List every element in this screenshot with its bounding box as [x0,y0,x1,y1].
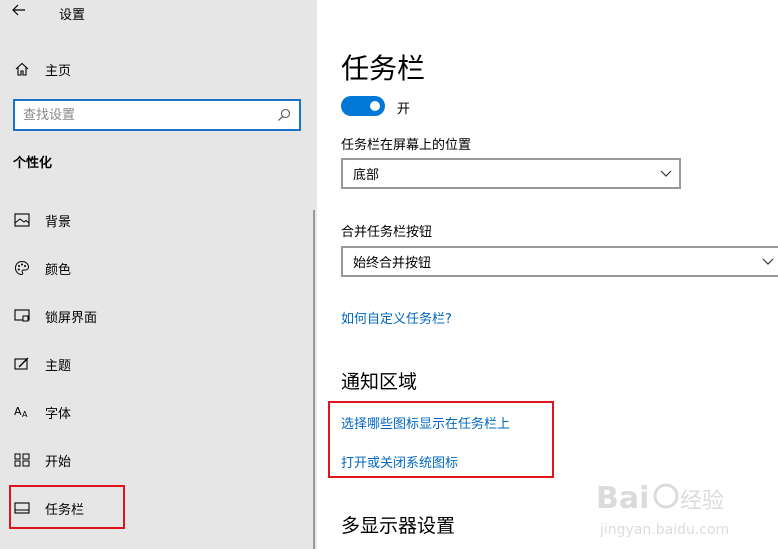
sidebar-item-label: 主页 [45,63,72,79]
back-arrow-icon [12,4,25,16]
lock-screen-icon [12,306,32,326]
combine-buttons-select[interactable]: 始终合并按钮 [341,246,778,277]
svg-text:A: A [22,410,28,419]
section-header: 个性化 [13,156,53,171]
main-content: 任务栏 开 任务栏在屏幕上的位置 底部 合并任务栏按钮 始终合并按钮 如何自定义… [317,0,778,549]
window-title: 设置 [59,8,86,23]
taskbar-icon [12,498,32,518]
taskbar-lock-toggle[interactable] [341,96,385,116]
select-value: 始终合并按钮 [353,256,432,271]
sidebar-item-label: 颜色 [45,262,72,278]
picture-icon [12,210,32,230]
toggle-state-label: 开 [397,102,411,117]
start-icon [12,450,32,470]
customize-taskbar-help-link[interactable]: 如何自定义任务栏? [341,308,452,327]
font-icon: A A [12,402,32,422]
chevron-down-icon [653,170,679,178]
theme-icon [12,354,32,374]
multi-display-title: 多显示器设置 [341,515,456,537]
page-title: 任务栏 [341,52,426,85]
palette-icon [12,258,32,278]
sidebar-item-fonts[interactable]: A A 字体 [12,399,302,425]
search-input[interactable] [15,101,273,129]
sidebar-item-background[interactable]: 背景 [12,207,302,233]
search-box[interactable] [13,99,301,131]
sidebar-item-label: 字体 [45,406,72,422]
sidebar-item-home[interactable]: 主页 [12,57,292,81]
back-button[interactable] [11,2,31,22]
search-icon[interactable] [273,104,295,126]
notification-area-title: 通知区域 [341,371,418,393]
sidebar-scrollbar[interactable] [313,210,315,549]
home-icon [12,59,32,79]
sidebar-item-label: 锁屏界面 [45,310,98,326]
sidebar-item-taskbar[interactable]: 任务栏 [12,495,302,521]
select-taskbar-icons-link[interactable]: 选择哪些图标显示在任务栏上 [341,413,510,432]
sidebar-item-label: 开始 [45,454,72,470]
sidebar-item-start[interactable]: 开始 [12,447,302,473]
select-value: 底部 [353,168,380,183]
taskbar-position-select[interactable]: 底部 [341,158,681,189]
sidebar-item-label: 背景 [45,214,72,230]
sidebar: 设置 主页 个性化 背景 [0,0,317,549]
sidebar-item-colors[interactable]: 颜色 [12,255,302,281]
system-icons-toggle-link[interactable]: 打开或关闭系统图标 [341,452,458,471]
sidebar-item-themes[interactable]: 主题 [12,351,302,377]
svg-text:A: A [14,405,22,418]
sidebar-item-lock-screen[interactable]: 锁屏界面 [12,303,302,329]
chevron-down-icon [752,258,778,266]
sidebar-item-label: 任务栏 [45,502,85,518]
taskbar-position-label: 任务栏在屏幕上的位置 [341,138,472,153]
combine-buttons-label: 合并任务栏按钮 [341,225,433,240]
toggle-knob [370,101,380,111]
sidebar-item-label: 主题 [45,358,72,374]
